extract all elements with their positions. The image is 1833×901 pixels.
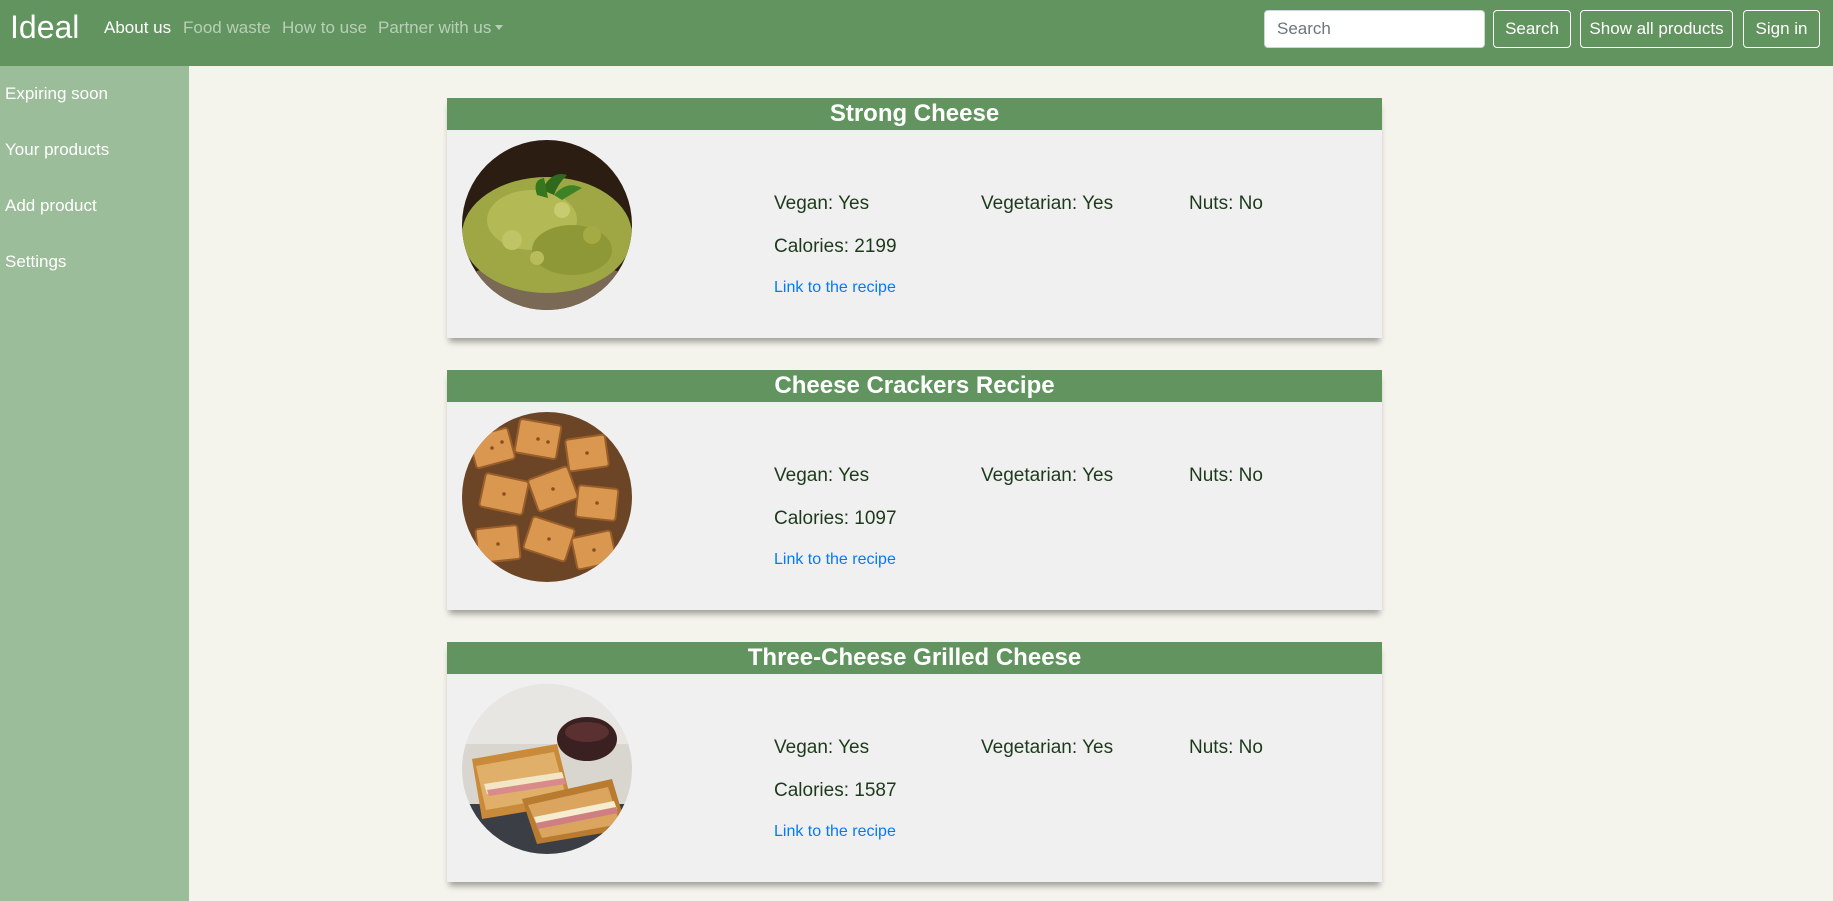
calories-label: Calories: 1097 — [774, 508, 897, 529]
vegan-label: Vegan: Yes — [774, 737, 870, 758]
sidebar: Expiring soon Your products Add product … — [0, 66, 189, 901]
chevron-down-icon — [495, 25, 504, 30]
recipe-title: Three-Cheese Grilled Cheese — [447, 642, 1382, 674]
sign-in-button[interactable]: Sign in — [1743, 10, 1820, 48]
vegan-label: Vegan: Yes — [774, 465, 870, 486]
nav-link-about-us[interactable]: About us — [104, 18, 171, 38]
sidebar-item-expiring-soon[interactable]: Expiring soon — [5, 84, 108, 104]
grilled-cheese-photo — [462, 684, 632, 854]
recipe-card: Cheese Crackers Recipe Vegan: Yes Vegeta… — [447, 370, 1382, 610]
recipe-card: Three-Cheese Grilled Cheese Vegan: Yes V… — [447, 642, 1382, 882]
top-navbar: Ideal About us Food waste How to use Par… — [0, 0, 1833, 66]
sidebar-item-add-product[interactable]: Add product — [5, 196, 97, 216]
nav-dropdown-label: Partner with us — [378, 18, 492, 37]
calories-label: Calories: 1587 — [774, 780, 897, 801]
search-button[interactable]: Search — [1493, 10, 1571, 48]
nuts-label: Nuts: No — [1189, 737, 1263, 758]
recipe-link[interactable]: Link to the recipe — [774, 278, 896, 298]
brand-logo[interactable]: Ideal — [10, 8, 79, 46]
vegetarian-label: Vegetarian: Yes — [981, 465, 1114, 486]
dip-photo — [462, 140, 632, 310]
nuts-label: Nuts: No — [1189, 193, 1263, 214]
nav-link-food-waste[interactable]: Food waste — [183, 18, 271, 38]
vegetarian-label: Vegetarian: Yes — [981, 193, 1114, 214]
calories-label: Calories: 2199 — [774, 236, 897, 257]
sidebar-item-your-products[interactable]: Your products — [5, 140, 109, 160]
nav-link-how-to-use[interactable]: How to use — [282, 18, 367, 38]
nav-dropdown-partner-with-us[interactable]: Partner with us — [378, 18, 504, 38]
nuts-label: Nuts: No — [1189, 465, 1263, 486]
recipe-title: Strong Cheese — [447, 98, 1382, 130]
crackers-photo — [462, 412, 632, 582]
show-all-products-button[interactable]: Show all products — [1580, 10, 1733, 48]
vegetarian-label: Vegetarian: Yes — [981, 737, 1114, 758]
search-input[interactable] — [1264, 10, 1485, 48]
recipe-title: Cheese Crackers Recipe — [447, 370, 1382, 402]
recipe-link[interactable]: Link to the recipe — [774, 822, 896, 842]
recipe-link[interactable]: Link to the recipe — [774, 550, 896, 570]
vegan-label: Vegan: Yes — [774, 193, 870, 214]
recipe-card: Strong Cheese Vegan: Yes Vegetarian: Yes… — [447, 98, 1382, 338]
sidebar-item-settings[interactable]: Settings — [5, 252, 66, 272]
